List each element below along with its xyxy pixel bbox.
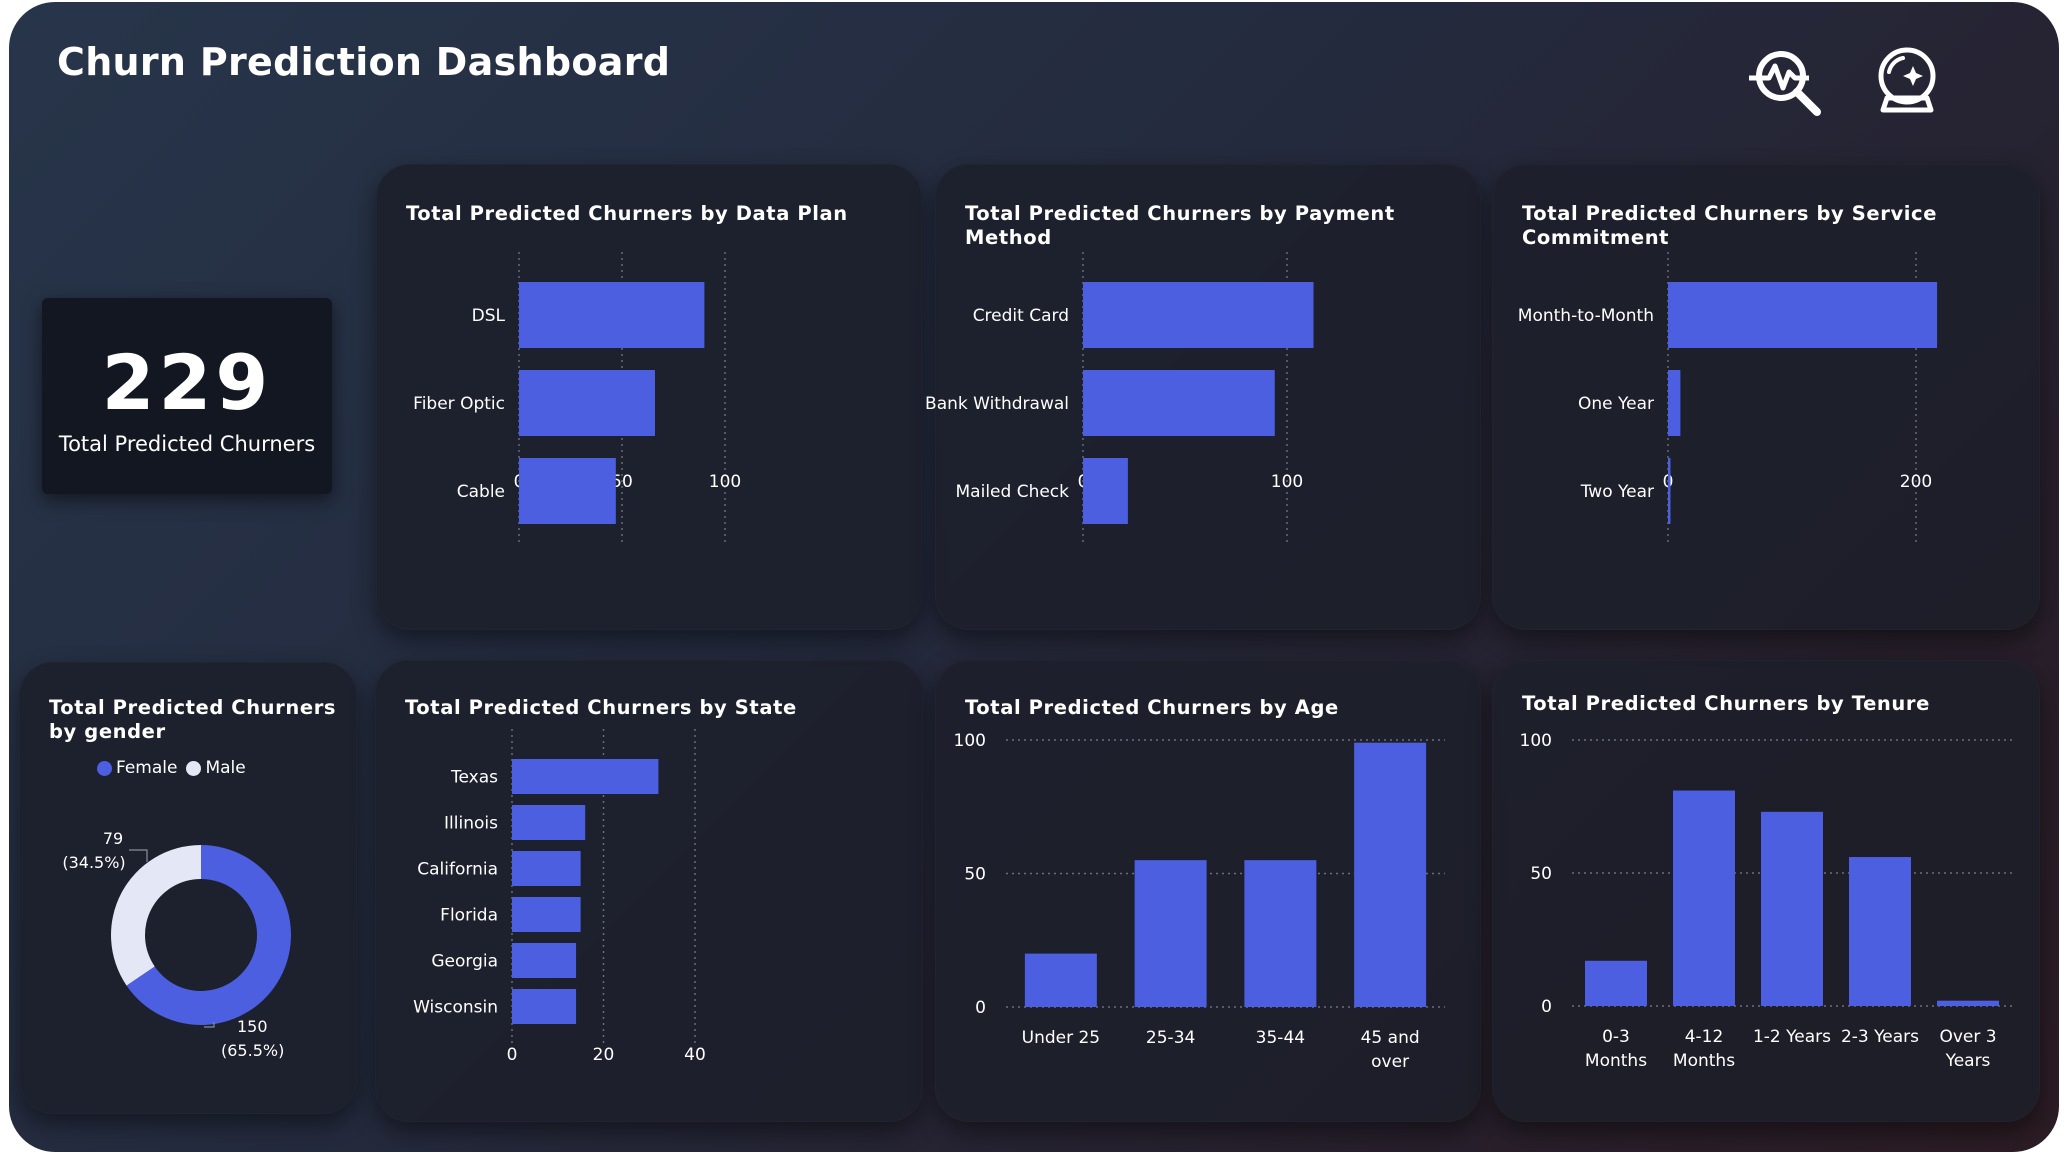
category-label-45-and-over: over	[1371, 1052, 1409, 1072]
bar-california	[512, 851, 581, 886]
x-tick-label: 200	[1900, 472, 1932, 492]
bar-25-34	[1134, 860, 1207, 1007]
bar-0-3-months	[1585, 960, 1647, 1006]
bar-georgia	[512, 943, 577, 978]
card-data-plan: Total Predicted Churners by Data Plan 05…	[376, 164, 922, 630]
category-label-one-year: One Year	[1578, 394, 1654, 414]
card-age: Total Predicted Churners by Age 0 50 100 Un…	[935, 660, 1481, 1122]
category-label-over-3-years: Years	[1945, 1051, 1991, 1071]
payment-method-chart: 0100Credit CardBank WithdrawalMailed Che…	[925, 252, 1314, 546]
category-label-25-34: 25-34	[1146, 1028, 1195, 1048]
bar-one-year	[1668, 370, 1681, 436]
y-tick-label: 0	[975, 998, 986, 1018]
category-label-over-3-years: Over 3	[1939, 1027, 1996, 1047]
bar-wisconsin	[512, 989, 577, 1024]
x-tick-label: 100	[1271, 472, 1303, 492]
category-label-2-3-years: 2-3 Years	[1841, 1027, 1919, 1047]
category-label-two-year: Two Year	[1580, 482, 1654, 502]
category-label-florida: Florida	[440, 906, 498, 926]
category-label-bank-withdrawal: Bank Withdrawal	[925, 394, 1069, 414]
bar-4-12-months	[1673, 790, 1735, 1006]
bar-illinois	[512, 805, 586, 840]
data-label-female-value: 150	[237, 1017, 268, 1036]
category-label-35-44: 35-44	[1256, 1028, 1305, 1048]
data-label-female-pct: (65.5%)	[221, 1041, 284, 1060]
category-label-1-2-years: 1-2 Years	[1753, 1027, 1831, 1047]
age-chart: 0 50 100 Under 25 25-34 35-44 45 and over	[954, 731, 1445, 1072]
y-tick-label: 50	[1530, 864, 1552, 884]
crystal-ball-icon[interactable]	[1867, 42, 1947, 122]
x-tick-label: 20	[593, 1045, 615, 1065]
bar-35-44	[1244, 860, 1317, 1007]
category-label-45-and-over: 45 and	[1361, 1028, 1420, 1048]
bar-cable	[519, 458, 616, 524]
bar-fiber-optic	[519, 370, 655, 436]
bar-2-3-years	[1849, 857, 1911, 1006]
card-state: Total Predicted Churners by State 0 20 40 T…	[375, 660, 923, 1122]
category-label-4-12-months: Months	[1673, 1051, 1735, 1071]
y-tick-label: 50	[964, 865, 986, 885]
dashboard-canvas: Churn Prediction Dashboard 229 Total Pre…	[9, 2, 2059, 1152]
card-tenure: Total Predicted Churners by Tenure 0 50 10…	[1492, 660, 2040, 1122]
bar-over-3-years	[1937, 1000, 1999, 1006]
bar-1-2-years	[1761, 811, 1823, 1006]
category-label-california: California	[417, 860, 498, 880]
y-tick-label: 100	[954, 731, 986, 751]
card-service-commitment: Total Predicted Churners by Service Comm…	[1492, 164, 2040, 630]
tenure-chart: 0 50 100 0-3 Months 4-12 Months 1-2 Years 2-3 Ye…	[1520, 731, 2012, 1071]
data-label-male-value: 79	[103, 829, 123, 848]
bar-under-25	[1024, 953, 1097, 1007]
bar-credit-card	[1083, 282, 1314, 348]
category-label-dsl: DSL	[472, 306, 506, 326]
category-label-fiber-optic: Fiber Optic	[413, 394, 505, 414]
category-label-texas: Texas	[450, 768, 498, 788]
service-commitment-chart: 0200Month-to-MonthOne YearTwo Year	[1518, 252, 1938, 546]
state-chart: 0 20 40 Texas Illinois California Florida Georg…	[413, 729, 706, 1065]
bar-mailed-check	[1083, 458, 1128, 524]
category-label-mailed-check: Mailed Check	[956, 482, 1070, 502]
bar-45-and-over	[1354, 742, 1427, 1007]
bar-two-year	[1668, 458, 1671, 524]
x-tick-label: 100	[709, 472, 741, 492]
data-label-male-pct: (34.5%)	[62, 853, 125, 872]
x-tick-label: 0	[507, 1045, 518, 1065]
bar-florida	[512, 897, 581, 932]
heartbeat-search-icon[interactable]	[1747, 42, 1827, 122]
category-label-georgia: Georgia	[431, 952, 498, 972]
category-label-credit-card: Credit Card	[973, 306, 1069, 326]
category-label-0-3-months: Months	[1585, 1051, 1647, 1071]
data-plan-chart: 050100DSLFiber OpticCable	[413, 252, 741, 546]
gender-donut-chart: 150 (65.5%) 79 (34.5%)	[62, 829, 291, 1060]
category-label-4-12-months: 4-12	[1685, 1027, 1724, 1047]
category-label-under-25: Under 25	[1022, 1028, 1101, 1048]
bar-texas	[512, 759, 659, 794]
y-tick-label: 100	[1520, 731, 1552, 751]
card-payment-method: Total Predicted Churners by Payment Meth…	[925, 164, 1481, 630]
category-label-month-to-month: Month-to-Month	[1518, 306, 1654, 326]
leader-line	[129, 849, 148, 862]
category-label-0-3-months: 0-3	[1602, 1027, 1630, 1047]
category-label-illinois: Illinois	[444, 814, 498, 834]
category-label-wisconsin: Wisconsin	[413, 998, 498, 1018]
bar-dsl	[519, 282, 705, 348]
y-tick-label: 0	[1541, 997, 1552, 1017]
bar-month-to-month	[1668, 282, 1938, 348]
category-label-cable: Cable	[457, 482, 505, 502]
bar-bank-withdrawal	[1083, 370, 1275, 436]
x-tick-label: 40	[684, 1045, 706, 1065]
